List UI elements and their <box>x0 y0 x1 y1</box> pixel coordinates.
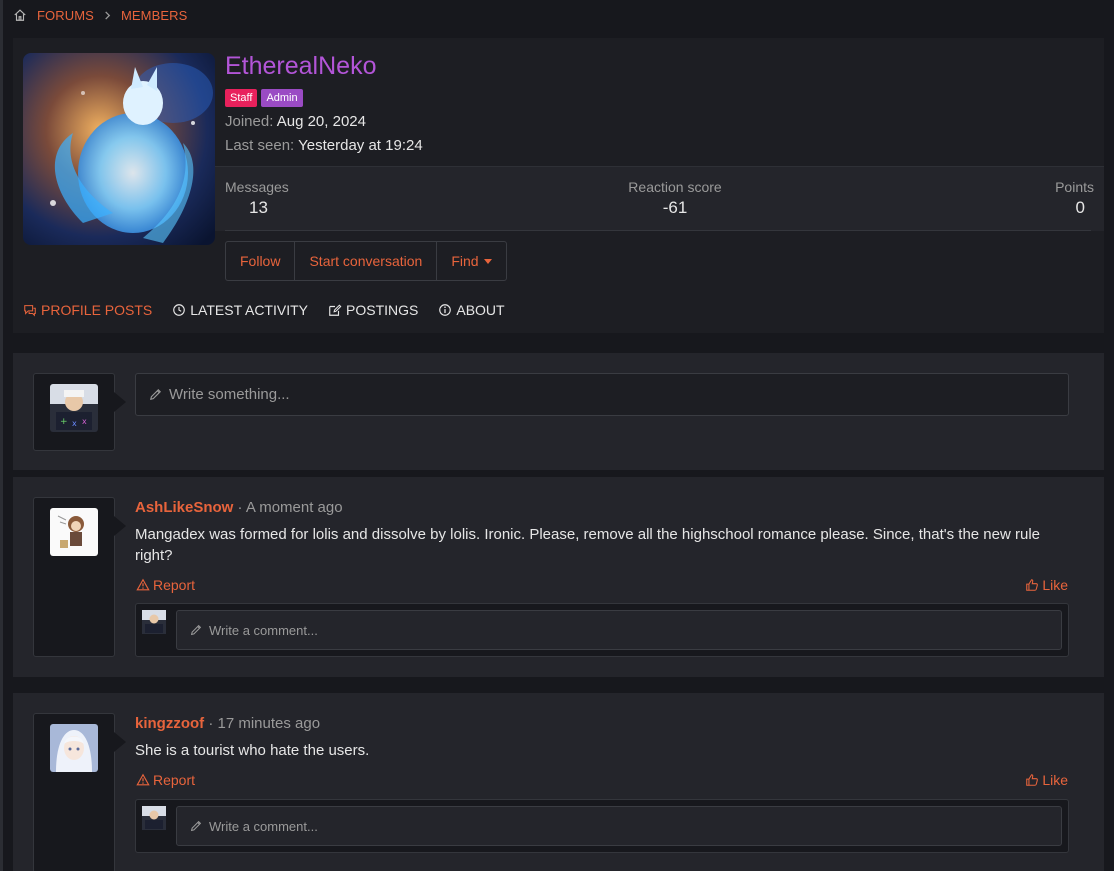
find-button[interactable]: Find <box>437 242 505 280</box>
svg-text:x: x <box>72 419 77 428</box>
profile-header: EtherealNeko Staff Admin Joined: Aug 20,… <box>13 38 1104 333</box>
tab-latest-activity[interactable]: LATEST ACTIVITY <box>172 302 308 318</box>
pencil-icon <box>190 624 202 636</box>
breadcrumb-forums[interactable]: FORUMS <box>37 8 94 23</box>
profile-actions: Follow Start conversation Find <box>225 241 507 281</box>
post-header: kingzzoof · 17 minutes ago <box>135 715 320 732</box>
profile-tabs: PROFILE POSTS LATEST ACTIVITY POSTINGS A… <box>23 302 505 318</box>
commenter-avatar <box>142 806 166 830</box>
user-badges: Staff Admin <box>225 89 303 107</box>
stat-points[interactable]: Points 0 <box>1055 179 1094 218</box>
breadcrumb: FORUMS MEMBERS <box>13 6 187 24</box>
svg-text:x: x <box>82 417 87 426</box>
comment-box: Write a comment... <box>135 799 1069 853</box>
stats-divider <box>225 230 1091 231</box>
stat-messages-label: Messages <box>225 179 289 195</box>
current-user-avatar[interactable]: + x x <box>50 384 98 432</box>
badge-admin: Admin <box>261 89 303 107</box>
warning-icon <box>136 578 150 591</box>
badge-staff: Staff <box>225 89 258 107</box>
avatar-notch <box>114 392 126 412</box>
last-seen-value: Yesterday at 19:24 <box>298 137 423 154</box>
caret-down-icon <box>483 258 492 264</box>
stat-reaction-value: -61 <box>662 198 688 217</box>
comment-box: Write a comment... <box>135 603 1069 657</box>
tab-postings-label: POSTINGS <box>346 302 419 318</box>
chevron-right-icon <box>103 10 112 20</box>
post-time[interactable]: · 17 minutes ago <box>204 715 320 732</box>
joined-line: Joined: Aug 20, 2024 <box>225 113 366 130</box>
composer-avatar-column: + x x <box>33 373 126 451</box>
clock-icon <box>173 304 186 316</box>
home-icon[interactable] <box>13 8 27 22</box>
like-link[interactable]: Like <box>1025 772 1068 788</box>
thumbs-up-icon <box>1026 579 1039 591</box>
breadcrumb-members[interactable]: MEMBERS <box>121 8 187 23</box>
last-seen-line: Last seen: Yesterday at 19:24 <box>225 137 423 154</box>
post-body: She is a tourist who hate the users. <box>135 742 370 759</box>
like-label: Like <box>1042 577 1068 593</box>
username: EtherealNeko <box>225 52 377 80</box>
post-time[interactable]: · A moment ago <box>233 499 343 516</box>
report-label: Report <box>153 772 196 788</box>
tab-postings[interactable]: POSTINGS <box>328 302 418 318</box>
pencil-icon <box>190 820 202 832</box>
comments-icon <box>24 305 36 317</box>
write-comment-placeholder: Write a comment... <box>209 818 318 834</box>
profile-stats: Messages 13 Reaction score -61 Points 0 <box>215 166 1104 231</box>
joined-value: Aug 20, 2024 <box>276 113 366 130</box>
profile-post-composer: + x x Write something... <box>13 353 1104 470</box>
post-body: Mangadex was formed for lolis and dissol… <box>135 526 1040 564</box>
avatar-notch <box>114 516 126 536</box>
profile-post: AshLikeSnow · A moment ago Mangadex was … <box>13 477 1104 677</box>
stat-points-value: 0 <box>1075 198 1085 217</box>
thumbs-up-icon <box>1026 774 1039 786</box>
post-author-avatar[interactable] <box>50 508 98 556</box>
write-something-placeholder: Write something... <box>169 386 290 403</box>
tab-about-label: ABOUT <box>456 302 505 318</box>
avatar-notch <box>114 732 126 752</box>
stat-points-label: Points <box>1055 179 1094 195</box>
pencil-icon <box>150 389 161 400</box>
commenter-avatar <box>142 610 166 634</box>
write-comment-input[interactable]: Write a comment... <box>176 806 1062 846</box>
svg-text:+: + <box>60 417 68 427</box>
tab-latest-activity-label: LATEST ACTIVITY <box>190 302 308 318</box>
report-link[interactable]: Report <box>136 577 195 593</box>
post-author[interactable]: AshLikeSnow <box>135 499 233 516</box>
post-author-avatar[interactable] <box>50 724 98 772</box>
write-comment-input[interactable]: Write a comment... <box>176 610 1062 650</box>
stat-reaction-score[interactable]: Reaction score -61 <box>625 179 725 218</box>
follow-button[interactable]: Follow <box>226 242 296 280</box>
profile-avatar[interactable] <box>23 53 215 245</box>
stat-messages-value: 13 <box>249 198 268 217</box>
warning-icon <box>136 773 150 786</box>
like-label: Like <box>1042 772 1068 788</box>
last-seen-label: Last seen: <box>225 137 295 154</box>
report-link[interactable]: Report <box>136 772 195 788</box>
tab-about[interactable]: ABOUT <box>438 302 505 318</box>
find-label: Find <box>451 253 479 269</box>
tab-profile-posts-label: PROFILE POSTS <box>41 302 153 318</box>
post-header: AshLikeSnow · A moment ago <box>135 499 343 516</box>
post-avatar-column <box>33 497 126 657</box>
edit-icon <box>329 304 342 316</box>
report-label: Report <box>153 577 196 593</box>
joined-label: Joined: <box>225 113 274 130</box>
stat-reaction-label: Reaction score <box>628 179 722 195</box>
tab-profile-posts[interactable]: PROFILE POSTS <box>23 302 152 318</box>
write-something-input[interactable]: Write something... <box>135 373 1069 416</box>
like-link[interactable]: Like <box>1025 577 1068 593</box>
post-author[interactable]: kingzzoof <box>135 715 204 732</box>
info-icon <box>439 304 452 316</box>
write-comment-placeholder: Write a comment... <box>209 622 318 638</box>
page-edge <box>0 0 3 871</box>
start-conversation-button[interactable]: Start conversation <box>295 242 438 280</box>
stat-messages[interactable]: Messages 13 <box>225 179 289 218</box>
profile-post: kingzzoof · 17 minutes ago She is a tour… <box>13 693 1104 871</box>
post-avatar-column <box>33 713 126 871</box>
